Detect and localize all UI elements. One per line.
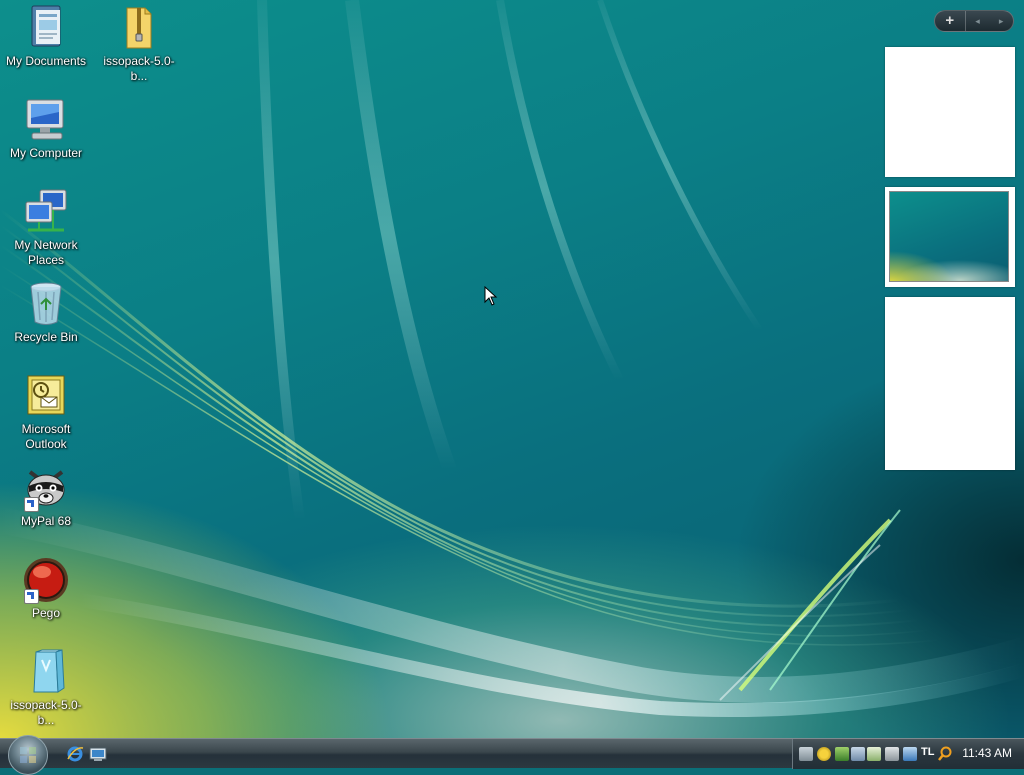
desktop-icon-recycle-bin[interactable]: Recycle Bin — [0, 280, 92, 345]
raccoon-browser-icon — [22, 464, 70, 512]
notification-area: TL 11:43 AM — [792, 739, 1024, 769]
sidebar-next-button[interactable]: ▸ — [989, 11, 1013, 31]
desktop-icon-pego[interactable]: Pego — [0, 556, 92, 621]
desktop-icon-microsoft-outlook[interactable]: Microsoft Outlook — [0, 372, 92, 452]
desktop-icon-label: Microsoft Outlook — [21, 422, 71, 451]
outlook-icon — [22, 372, 70, 420]
taskbar-clock[interactable]: 11:43 AM — [962, 746, 1012, 760]
zip-folder-icon — [115, 4, 163, 52]
installer-box-icon — [22, 648, 70, 696]
desktop-icon-mypal-68[interactable]: MyPal 68 — [0, 464, 92, 529]
drive-icon[interactable] — [851, 747, 865, 761]
desktop-icon-my-computer[interactable]: My Computer — [0, 96, 92, 161]
slideshow-image — [889, 191, 1009, 282]
taskbar: TL 11:43 AM — [0, 735, 1024, 775]
show-desktop-icon[interactable] — [89, 745, 107, 763]
sidebar-add-gadget-button[interactable]: + — [935, 11, 966, 31]
desktop-icon-label: My Computer — [9, 146, 83, 160]
desktop-icon-label: MyPal 68 — [20, 514, 72, 528]
gadget-blank-top[interactable] — [885, 47, 1015, 177]
desktop-icon-my-documents[interactable]: My Documents — [0, 4, 92, 69]
desktop-icon-label: issopack-5.0-b... — [103, 54, 175, 83]
desktop-icon-label: Recycle Bin — [14, 330, 78, 344]
mouse-cursor-icon — [484, 286, 498, 306]
wallpaper-light-streaks — [0, 0, 1024, 718]
desktop-icon-issopack-installer[interactable]: issopack-5.0-b... — [0, 648, 92, 728]
input-language-icon[interactable]: TL — [921, 746, 934, 758]
desktop-icon-label: issopack-5.0-b... — [10, 698, 82, 727]
documents-folder-icon — [22, 4, 70, 52]
internet-explorer-icon[interactable] — [66, 745, 84, 763]
display-icon[interactable] — [835, 747, 849, 761]
desktop-icon-my-network-places[interactable]: My Network Places — [0, 188, 92, 268]
sidebar-controls: + ◂ ▸ — [934, 10, 1014, 32]
computer-icon — [22, 96, 70, 144]
sidebar-previous-button[interactable]: ◂ — [966, 11, 990, 31]
monitor-icon[interactable] — [903, 747, 917, 761]
recycle-bin-icon — [22, 280, 70, 328]
gadget-blank-bottom[interactable] — [885, 297, 1015, 470]
security-shield-icon[interactable] — [817, 747, 831, 761]
search-magnifier-icon[interactable] — [937, 746, 953, 762]
shortcut-arrow-icon — [24, 589, 39, 604]
red-orb-icon — [22, 556, 70, 604]
desktop-wallpaper — [0, 0, 1024, 738]
gadget-slideshow[interactable] — [885, 187, 1015, 287]
shortcut-arrow-icon — [24, 497, 39, 512]
start-button[interactable] — [8, 735, 48, 775]
desktop-icon-issopack-zip[interactable]: issopack-5.0-b... — [93, 4, 185, 84]
desktop-icon-label: Pego — [31, 606, 61, 620]
power-plug-icon[interactable] — [885, 747, 899, 761]
desktop-icon-label: My Documents — [5, 54, 87, 68]
checkmark-icon[interactable] — [867, 747, 881, 761]
desktop-icon-label: My Network Places — [14, 238, 78, 267]
network-status-icon[interactable] — [799, 747, 813, 761]
network-icon — [22, 188, 70, 236]
